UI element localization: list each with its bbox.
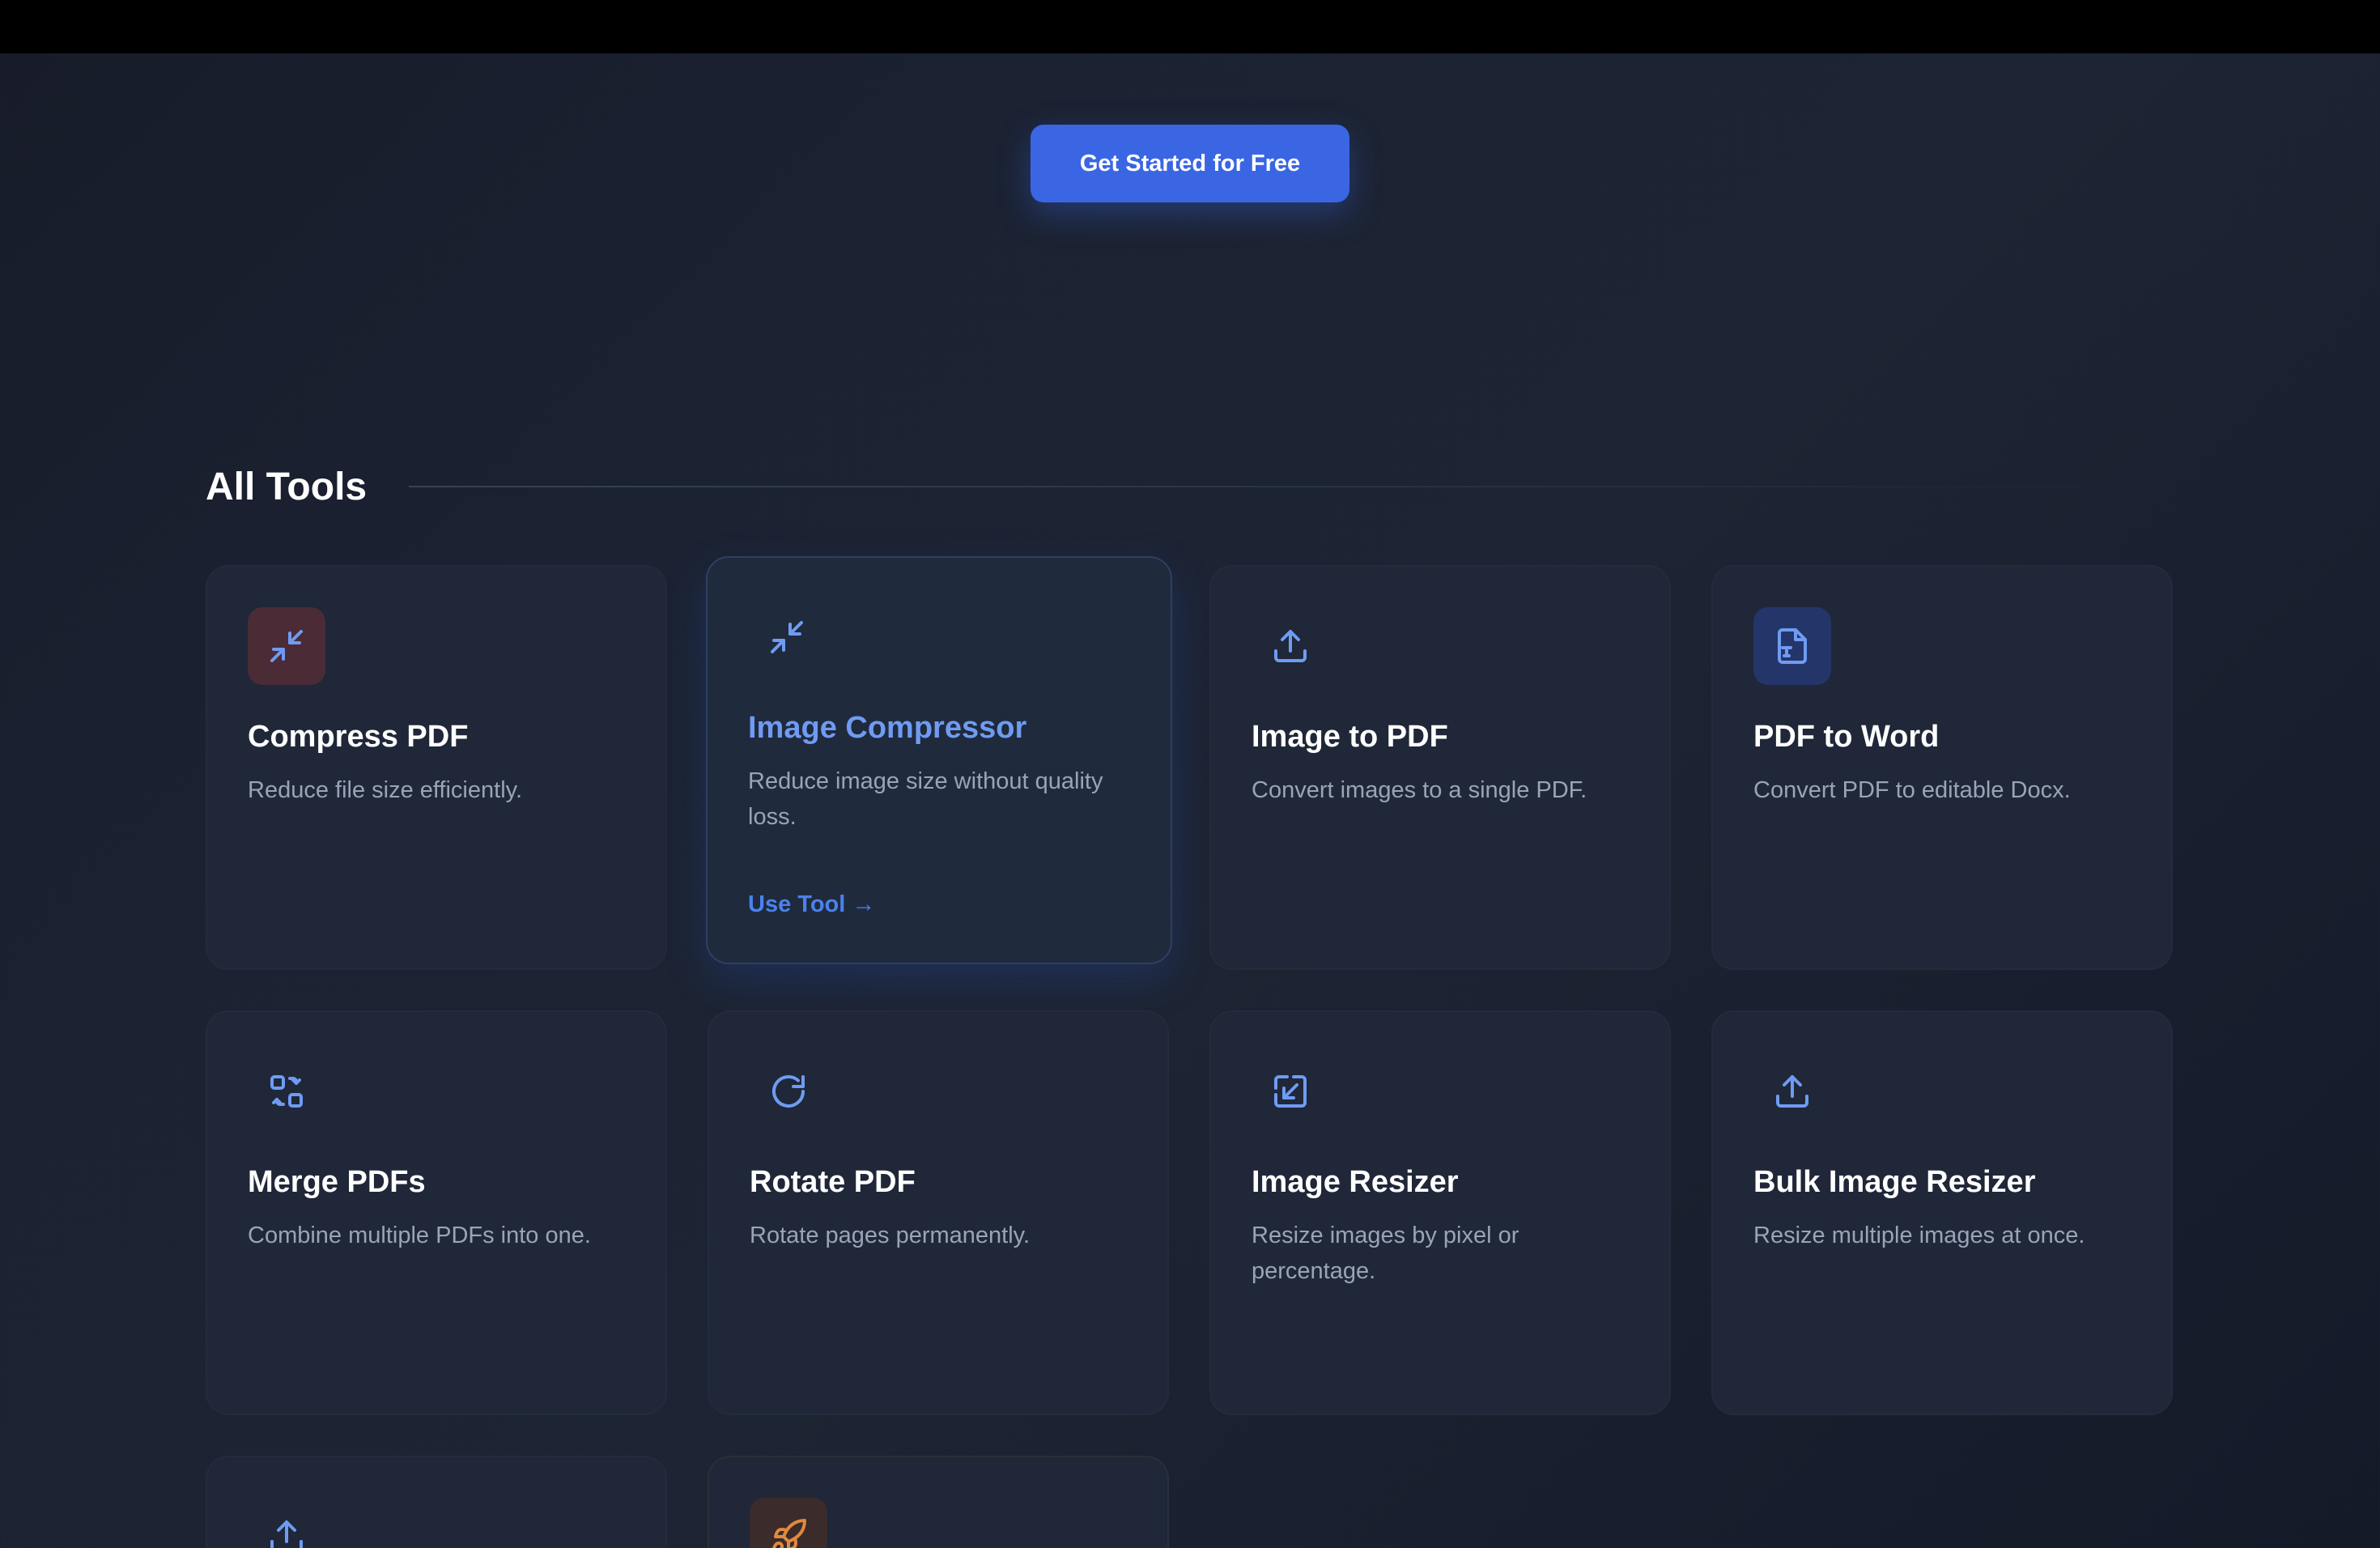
- use-tool-link[interactable]: Use Tool →: [748, 891, 1130, 918]
- file-text-icon: [1753, 607, 1831, 685]
- tool-title: Image Resizer: [1252, 1165, 1459, 1199]
- tool-card-upload[interactable]: [206, 1456, 667, 1548]
- tool-description: Combine multiple PDFs into one.: [248, 1222, 591, 1248]
- tool-card-rocket[interactable]: [708, 1456, 1169, 1548]
- merge-icon: [248, 1053, 325, 1130]
- section-header: All Tools: [206, 460, 2174, 513]
- top-bar: [0, 0, 2380, 53]
- tool-card-merge-pdfs[interactable]: Merge PDFs Combine multiple PDFs into on…: [206, 1010, 667, 1415]
- section-title: All Tools: [206, 465, 368, 508]
- tool-description: Rotate pages permanently.: [750, 1222, 1031, 1248]
- tool-card-compress-pdf[interactable]: Compress PDF Reduce file size efficientl…: [206, 565, 667, 970]
- tool-title: Merge PDFs: [248, 1165, 426, 1199]
- tool-description: Reduce file size efficiently.: [248, 776, 523, 803]
- tool-card-image-resizer[interactable]: Image Resizer Resize images by pixel or …: [1209, 1010, 1671, 1415]
- tool-description: Resize images by pixel or percentage.: [1252, 1222, 1519, 1284]
- tool-description: Resize multiple images at once.: [1753, 1222, 2085, 1248]
- tool-title: Rotate PDF: [750, 1165, 916, 1199]
- resize-icon: [1252, 1053, 1329, 1130]
- tool-card-image-compressor[interactable]: Image Compressor Reduce image size witho…: [706, 556, 1172, 964]
- tool-description: Convert PDF to editable Docx.: [1753, 776, 2071, 803]
- get-started-button[interactable]: Get Started for Free: [1031, 125, 1349, 202]
- tool-title: Image Compressor: [748, 711, 1027, 745]
- tool-card-pdf-to-word[interactable]: PDF to Word Convert PDF to editable Docx…: [1711, 565, 2173, 970]
- rotate-icon: [750, 1053, 827, 1130]
- tool-title: Compress PDF: [248, 720, 469, 754]
- tool-description: Reduce image size without quality loss.: [748, 768, 1103, 830]
- tool-title: PDF to Word: [1753, 720, 1940, 754]
- tool-description: Convert images to a single PDF.: [1252, 776, 1587, 803]
- tool-card-rotate-pdf[interactable]: Rotate PDF Rotate pages permanently.: [708, 1010, 1169, 1415]
- tool-title: Bulk Image Resizer: [1753, 1165, 2036, 1199]
- tool-card-bulk-image-resizer[interactable]: Bulk Image Resizer Resize multiple image…: [1711, 1010, 2173, 1415]
- compress-icon: [248, 607, 325, 685]
- upload-icon: [1252, 607, 1329, 685]
- tool-title: Image to PDF: [1252, 720, 1448, 754]
- rocket-icon: [750, 1498, 827, 1548]
- compress-icon: [748, 598, 826, 676]
- tool-card-image-to-pdf[interactable]: Image to PDF Convert images to a single …: [1209, 565, 1671, 970]
- section-divider: [409, 486, 2174, 487]
- upload-icon: [248, 1498, 325, 1548]
- upload-icon: [1753, 1053, 1831, 1130]
